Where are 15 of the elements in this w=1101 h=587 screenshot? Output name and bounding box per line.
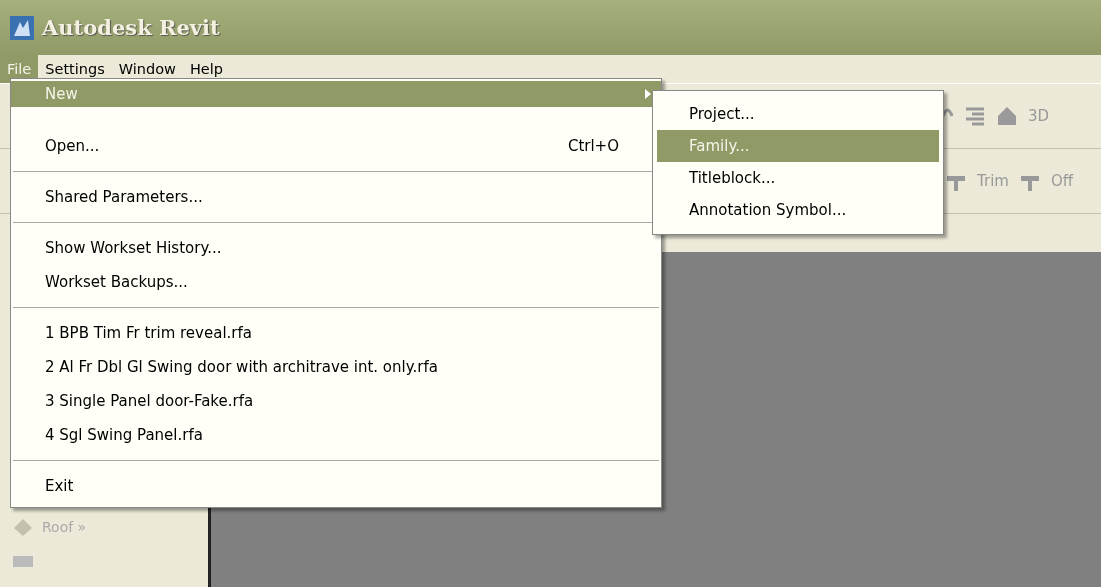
app-logo-icon xyxy=(10,15,34,40)
menu-item[interactable]: 4 Sgl Swing Panel.rfa xyxy=(11,418,661,452)
menu-item[interactable]: 2 Al Fr Dbl Gl Swing door with architrave int. only.rfa xyxy=(11,350,661,384)
menu-item[interactable]: Exit xyxy=(11,469,661,503)
menu-item[interactable]: 1 BPB Tim Fr trim reveal.rfa xyxy=(11,316,661,350)
list-icon[interactable] xyxy=(964,105,986,127)
menu-item[interactable]: Titleblock... xyxy=(657,162,939,194)
menu-item[interactable]: Annotation Symbol... xyxy=(657,194,939,226)
menu-item[interactable]: 3 Single Panel door-Fake.rfa xyxy=(11,384,661,418)
window-title: Autodesk Revit xyxy=(42,15,220,40)
roof-icon[interactable] xyxy=(12,516,34,538)
floor-icon[interactable] xyxy=(12,555,34,567)
house-icon[interactable] xyxy=(996,105,1018,127)
menu-item[interactable]: Workset Backups... xyxy=(11,265,661,299)
menu-item[interactable]: Show Workset History... xyxy=(11,231,661,265)
